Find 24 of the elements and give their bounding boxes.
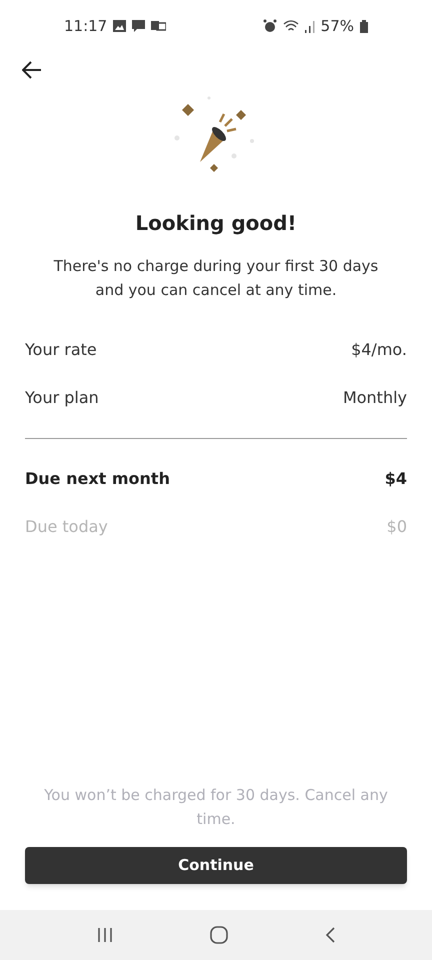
mail-icon: [151, 20, 166, 32]
alarm-icon: [262, 19, 277, 33]
status-time: 11:17: [64, 16, 108, 37]
recent-apps-icon[interactable]: [96, 927, 113, 943]
summary-value: $4: [384, 468, 407, 490]
back-icon[interactable]: [325, 927, 336, 943]
wifi-icon: [282, 20, 299, 32]
summary-value: Monthly: [342, 387, 407, 409]
summary-value: $4/mo.: [351, 339, 407, 361]
trial-description: There's no charge during your first 30 days and you can cancel at any time.: [52, 256, 380, 301]
continue-button[interactable]: Continue: [25, 847, 407, 884]
summary-label: Due today: [25, 516, 108, 538]
image-icon: [113, 20, 126, 32]
signal-icon: [304, 20, 315, 32]
home-icon[interactable]: [210, 926, 228, 944]
battery-icon: [360, 20, 368, 32]
summary-label: Your plan: [25, 387, 99, 409]
message-icon: [132, 20, 146, 32]
summary-value: $0: [386, 516, 407, 538]
summary-label: Due next month: [25, 468, 170, 490]
footnote: You won’t be charged for 30 days. Cancel any time.: [43, 785, 389, 830]
battery-percent: 57%: [320, 16, 354, 37]
summary-label: Your rate: [25, 339, 97, 361]
page-title: Looking good!: [134, 210, 298, 237]
